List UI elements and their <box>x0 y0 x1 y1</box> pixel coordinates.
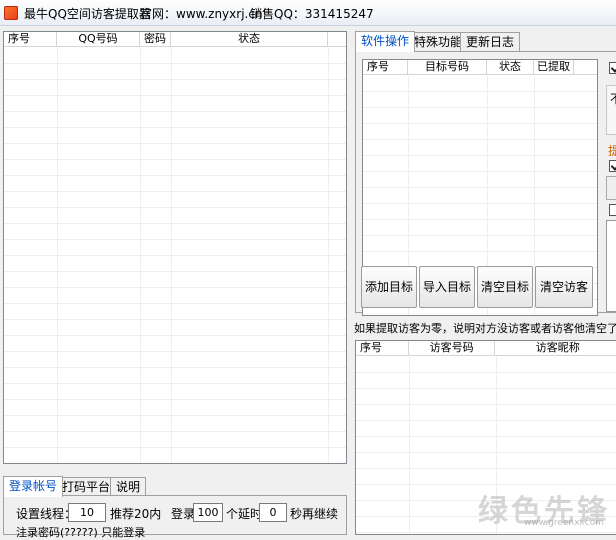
visitor-grid <box>356 357 616 534</box>
option-checkbox-1[interactable] <box>609 62 616 74</box>
column-header-visitor-number[interactable]: 访客号码 <box>409 341 496 356</box>
column-header-target-number[interactable]: 目标号码 <box>408 60 487 75</box>
column-header-index[interactable]: 序号 <box>363 60 408 75</box>
add-target-button[interactable]: 添加目标 <box>361 266 417 308</box>
accounts-header: 序号 QQ号码 密码 状态 <box>4 32 346 47</box>
tab-software-operation[interactable]: 软件操作 <box>355 31 416 52</box>
thread-hint: 推荐20内 <box>110 507 162 521</box>
app-icon <box>4 6 18 20</box>
target-header: 序号 目标号码 状态 已提取 <box>363 60 597 75</box>
tab-captcha-platform[interactable]: 打码平台 <box>56 477 117 496</box>
thread-label: 设置线程： <box>16 507 77 521</box>
column-header-password[interactable]: 密码 <box>140 32 171 47</box>
visitor-list[interactable]: 序号 访客号码 访客昵称 <box>355 340 616 535</box>
clear-visitors-button[interactable]: 清空访客 <box>535 266 593 308</box>
tab-special-functions[interactable]: 特殊功能 <box>408 32 469 51</box>
option-button-partial[interactable] <box>606 176 616 200</box>
accounts-list[interactable]: 序号 QQ号码 密码 状态 <box>3 31 347 464</box>
tab-update-log[interactable]: 更新日志 <box>460 32 521 51</box>
login-settings-panel: 设置线程： 10 推荐20内 登录 100 个延时 0 秒再继续 注录密码(??… <box>3 495 347 539</box>
window-title: 最牛QQ空间访客提取器 <box>24 7 151 21</box>
title-bar: 最牛QQ空间访客提取器 官网：www.znyxrj.cn 销售QQ：331415… <box>0 0 616 26</box>
option-checkbox-2[interactable] <box>609 160 616 172</box>
option-checkbox-3[interactable] <box>609 204 616 216</box>
column-header-index[interactable]: 序号 <box>356 341 409 356</box>
software-operation-panel: 序号 目标号码 状态 已提取 添加目标 导入目标 清空目标 清空访客 不 提 <box>355 51 616 316</box>
option-partial-text-2: 提 <box>608 144 616 158</box>
tab-instructions[interactable]: 说明 <box>110 477 147 496</box>
visitor-header: 序号 访客号码 访客昵称 <box>356 341 616 356</box>
column-header-status[interactable]: 状态 <box>487 60 534 75</box>
column-header-visitor-nickname[interactable]: 访客昵称 <box>495 341 616 356</box>
thread-count-input[interactable]: 10 <box>68 503 106 522</box>
notice-text: 如果提取访客为零，说明对方没访客或者访客他清空了， <box>354 322 616 335</box>
partial-note: 注录密码(?????) 只能登录 <box>16 526 146 539</box>
column-header-qq[interactable]: QQ号码 <box>57 32 140 47</box>
column-header-index[interactable]: 序号 <box>4 32 57 47</box>
accounts-grid <box>4 48 346 463</box>
login-count-input[interactable]: 100 <box>193 503 223 522</box>
option-partial-text-1: 不 <box>610 90 616 107</box>
continue-label: 秒再继续 <box>290 507 339 521</box>
sales-qq-label: 销售QQ：331415247 <box>250 7 374 21</box>
clear-targets-button[interactable]: 清空目标 <box>477 266 533 308</box>
tab-login-account[interactable]: 登录帐号 <box>3 476 64 497</box>
website-label: 官网：www.znyxrj.cn <box>140 7 263 21</box>
login-label: 登录 <box>171 507 196 521</box>
delay-seconds-input[interactable]: 0 <box>259 503 287 522</box>
delay-label: 个延时 <box>226 507 263 521</box>
import-target-button[interactable]: 导入目标 <box>419 266 475 308</box>
option-text-area-partial[interactable] <box>606 220 616 312</box>
column-header-status[interactable]: 状态 <box>171 32 328 47</box>
column-header-extracted[interactable]: 已提取 <box>534 60 574 75</box>
option-group-box: 不 <box>606 85 616 135</box>
